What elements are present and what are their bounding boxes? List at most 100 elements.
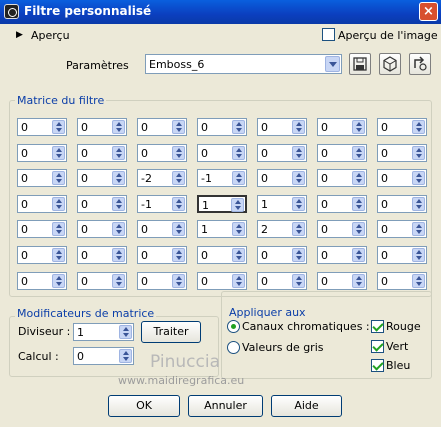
spinner-arrows-icon[interactable] — [172, 274, 185, 288]
spinner-arrows-icon[interactable] — [112, 274, 125, 288]
close-button[interactable]: × — [419, 2, 438, 21]
random-button[interactable] — [379, 53, 401, 75]
matrix-cell[interactable]: 0 — [77, 272, 127, 290]
spinner-arrows-icon[interactable] — [232, 120, 245, 134]
spinner-arrows-icon[interactable] — [52, 171, 65, 185]
spinner-arrows-icon[interactable] — [172, 197, 185, 211]
spinner-arrows-icon[interactable] — [412, 197, 425, 211]
matrix-cell[interactable]: 0 — [377, 246, 427, 264]
spinner-arrows-icon[interactable] — [412, 248, 425, 262]
chromatic-radio[interactable] — [227, 320, 240, 333]
spinner-arrows-icon[interactable] — [52, 222, 65, 236]
matrix-cell[interactable]: 0 — [257, 118, 307, 136]
matrix-cell[interactable]: 0 — [317, 246, 367, 264]
cancel-button[interactable]: Annuler — [188, 395, 263, 417]
matrix-cell[interactable]: -1 — [197, 169, 247, 187]
matrix-cell[interactable]: 0 — [17, 118, 67, 136]
spinner-arrows-icon[interactable] — [292, 146, 305, 160]
matrix-cell[interactable]: 0 — [197, 272, 247, 290]
spinner-arrows-icon[interactable] — [412, 171, 425, 185]
spinner-arrows-icon[interactable] — [232, 146, 245, 160]
chevron-down-icon[interactable] — [325, 56, 340, 72]
matrix-cell[interactable]: 0 — [317, 118, 367, 136]
matrix-cell[interactable]: 0 — [257, 169, 307, 187]
matrix-cell[interactable]: 0 — [77, 246, 127, 264]
preview-toggle[interactable]: Aperçu — [31, 29, 70, 42]
matrix-cell[interactable]: 0 — [377, 169, 427, 187]
matrix-cell[interactable]: 0 — [77, 169, 127, 187]
spinner-arrows-icon[interactable] — [52, 197, 65, 211]
matrix-cell[interactable]: 0 — [77, 144, 127, 162]
spinner-arrows-icon[interactable] — [412, 274, 425, 288]
spinner-arrows-icon[interactable] — [352, 171, 365, 185]
matrix-cell[interactable]: -2 — [137, 169, 187, 187]
spinner-arrows-icon[interactable] — [52, 248, 65, 262]
matrix-cell[interactable]: 0 — [257, 144, 307, 162]
spinner-arrows-icon[interactable] — [352, 197, 365, 211]
spinner-arrows-icon[interactable] — [232, 171, 245, 185]
spinner-arrows-icon[interactable] — [112, 120, 125, 134]
matrix-cell[interactable]: 0 — [317, 144, 367, 162]
matrix-cell[interactable]: 0 — [77, 220, 127, 238]
spinner-arrows-icon[interactable] — [232, 222, 245, 236]
spinner-arrows-icon[interactable] — [112, 197, 125, 211]
red-checkbox[interactable] — [371, 320, 384, 333]
matrix-cell[interactable]: 0 — [17, 195, 67, 213]
spinner-arrows-icon[interactable] — [172, 222, 185, 236]
matrix-cell[interactable]: 0 — [17, 272, 67, 290]
matrix-cell[interactable]: 0 — [317, 169, 367, 187]
matrix-cell[interactable]: 0 — [17, 169, 67, 187]
spinner-arrows-icon[interactable] — [412, 146, 425, 160]
spinner-arrows-icon[interactable] — [52, 120, 65, 134]
reset-button[interactable] — [409, 53, 431, 75]
gray-radio[interactable] — [227, 341, 240, 354]
matrix-cell[interactable]: 1 — [257, 195, 307, 213]
matrix-cell[interactable]: 0 — [17, 220, 67, 238]
save-button[interactable] — [349, 53, 371, 75]
matrix-cell[interactable]: 0 — [137, 246, 187, 264]
matrix-cell[interactable]: 0 — [17, 144, 67, 162]
spinner-arrows-icon[interactable] — [172, 120, 185, 134]
spinner-arrows-icon[interactable] — [412, 120, 425, 134]
spinner-arrows-icon[interactable] — [292, 274, 305, 288]
spinner-arrows-icon[interactable] — [172, 248, 185, 262]
matrix-cell[interactable]: 0 — [377, 272, 427, 290]
matrix-cell[interactable]: 0 — [17, 246, 67, 264]
matrix-cell[interactable]: 0 — [377, 220, 427, 238]
spinner-arrows-icon[interactable] — [52, 146, 65, 160]
matrix-cell[interactable]: 0 — [317, 272, 367, 290]
spinner-arrows-icon[interactable] — [292, 248, 305, 262]
matrix-cell[interactable]: 0 — [77, 118, 127, 136]
spinner-arrows-icon[interactable] — [292, 120, 305, 134]
divisor-field[interactable]: 1 — [73, 323, 134, 341]
matrix-cell[interactable]: 0 — [317, 195, 367, 213]
spinner-arrows-icon[interactable] — [112, 146, 125, 160]
image-preview-checkbox[interactable] — [322, 28, 335, 41]
ok-button[interactable]: OK — [108, 395, 180, 417]
process-button[interactable]: Traiter — [141, 321, 201, 343]
matrix-cell[interactable]: 0 — [257, 246, 307, 264]
matrix-cell[interactable]: 1 — [197, 195, 247, 213]
spinner-arrows-icon[interactable] — [412, 222, 425, 236]
params-combo[interactable]: Emboss_6 — [145, 54, 342, 74]
spinner-arrows-icon[interactable] — [112, 248, 125, 262]
matrix-cell[interactable]: 0 — [137, 272, 187, 290]
matrix-cell[interactable]: 0 — [257, 272, 307, 290]
matrix-cell[interactable]: 0 — [137, 144, 187, 162]
spinner-arrows-icon[interactable] — [352, 274, 365, 288]
matrix-cell[interactable]: 0 — [197, 144, 247, 162]
spinner-arrows-icon[interactable] — [352, 248, 365, 262]
spinner-arrows-icon[interactable] — [352, 146, 365, 160]
matrix-cell[interactable]: 0 — [137, 220, 187, 238]
help-button[interactable]: Aide — [271, 395, 342, 417]
matrix-cell[interactable]: 0 — [197, 246, 247, 264]
matrix-cell[interactable]: 0 — [137, 118, 187, 136]
bias-field[interactable]: 0 — [73, 347, 134, 365]
spinner-arrows-icon[interactable] — [352, 120, 365, 134]
spinner-arrows-icon[interactable] — [172, 171, 185, 185]
green-checkbox[interactable] — [371, 340, 384, 353]
matrix-cell[interactable]: 0 — [77, 195, 127, 213]
matrix-cell[interactable]: 0 — [197, 118, 247, 136]
spinner-arrows-icon[interactable] — [172, 146, 185, 160]
spinner-arrows-icon[interactable] — [292, 222, 305, 236]
